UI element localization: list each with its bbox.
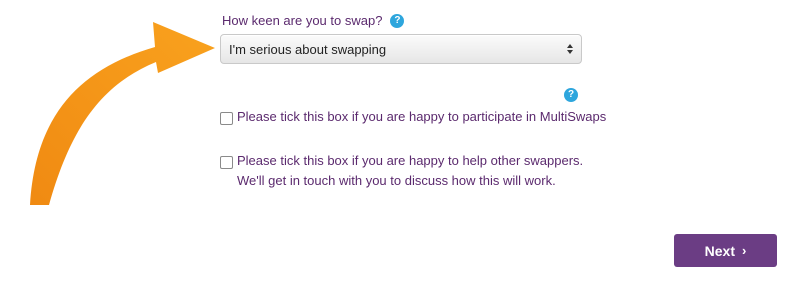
swap-keenness-select[interactable]: I'm serious about swapping: [220, 34, 582, 64]
help-swappers-checkbox[interactable]: [220, 156, 233, 169]
select-arrows-icon: [567, 44, 573, 54]
multiswaps-label[interactable]: Please tick this box if you are happy to…: [237, 107, 606, 127]
multiswaps-checkbox[interactable]: [220, 112, 233, 125]
curved-arrow-icon: [30, 22, 215, 205]
help-swappers-option: Please tick this box if you are happy to…: [220, 151, 607, 191]
chevron-right-icon: ›: [742, 243, 747, 258]
help-icon[interactable]: ?: [390, 13, 405, 28]
help-swappers-label[interactable]: Please tick this box if you are happy to…: [237, 151, 607, 191]
options-help-icon[interactable]: ?: [564, 88, 578, 102]
swap-keenness-selected-value: I'm serious about swapping: [229, 41, 387, 57]
swap-keenness-label: How keen are you to swap?: [222, 13, 383, 28]
multiswaps-option: Please tick this box if you are happy to…: [220, 107, 606, 127]
swap-keenness-question-row: How keen are you to swap? ?: [222, 13, 405, 28]
next-button-label: Next: [704, 242, 735, 259]
swap-preferences-form: How keen are you to swap? ? I'm serious …: [0, 0, 800, 289]
next-button[interactable]: Next ›: [674, 234, 777, 267]
